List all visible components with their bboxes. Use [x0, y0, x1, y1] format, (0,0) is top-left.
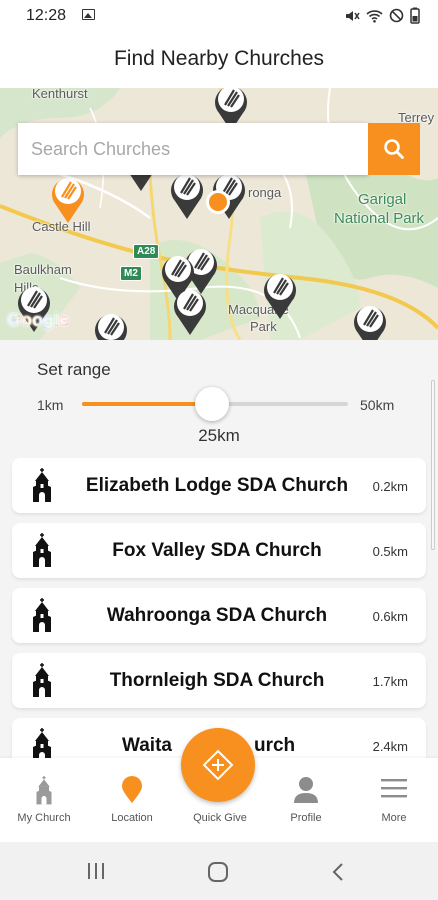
search-button[interactable]	[368, 123, 420, 175]
church-map-pin-icon[interactable]	[351, 300, 389, 340]
church-distance: 0.2km	[372, 479, 408, 494]
system-navigation-bar	[0, 842, 438, 900]
nav-my-church[interactable]: My Church	[0, 758, 88, 842]
church-name-tail: urch	[253, 735, 296, 756]
church-building-icon	[33, 598, 51, 632]
church-distance: 0.6km	[372, 609, 408, 624]
map-label-ronga: ronga	[248, 185, 282, 200]
image-notification-icon	[82, 9, 95, 20]
location-pin-icon	[122, 776, 142, 803]
nav-profile[interactable]: Profile	[262, 758, 350, 842]
church-name: Wahroonga SDA Church	[106, 605, 328, 626]
church-distance: 2.4km	[372, 739, 408, 754]
wifi-icon	[366, 9, 383, 23]
church-name-head: Waita	[122, 735, 172, 756]
road-badge-m2: M2	[120, 266, 142, 281]
profile-person-icon	[294, 777, 318, 803]
road-badge-a28: A28	[133, 244, 160, 259]
nav-label: Location	[111, 812, 153, 824]
map-label-national-park: National Park	[334, 210, 425, 227]
range-slider[interactable]	[82, 387, 348, 421]
church-map-pin-icon[interactable]	[168, 168, 206, 220]
status-bar: 12:28	[0, 0, 438, 34]
church-list-item[interactable]: Wahroonga SDA Church 0.6km	[12, 588, 426, 643]
church-building-icon	[33, 533, 51, 567]
range-slider-fill	[82, 402, 213, 406]
search-box	[18, 123, 368, 175]
status-icons	[344, 7, 420, 24]
map-label-baulkham: Baulkham	[14, 262, 72, 277]
church-distance: 0.5km	[372, 544, 408, 559]
church-list-item[interactable]: Thornleigh SDA Church 1.7km	[12, 653, 426, 708]
quick-give-diamond-icon	[202, 749, 234, 781]
church-map-pin-icon[interactable]	[171, 284, 209, 336]
hamburger-menu-icon	[381, 779, 407, 798]
range-value: 25km	[198, 426, 240, 445]
google-attribution-logo: Google	[7, 310, 69, 331]
church-list-item[interactable]: Fox Valley SDA Church 0.5km	[12, 523, 426, 578]
range-panel: Set range 1km 50km 25km	[0, 340, 438, 452]
map-view[interactable]: Kenthurst Terrey Castle Hill Baulkham Hi…	[0, 88, 438, 340]
nav-location[interactable]: Location	[88, 758, 176, 842]
church-map-pin-icon[interactable]	[261, 268, 299, 320]
search-icon	[384, 139, 404, 159]
church-name: Thornleigh SDA Church	[109, 670, 325, 691]
church-name-partial: Waita urch	[122, 735, 412, 757]
church-building-icon	[33, 663, 51, 697]
church-name: Fox Valley SDA Church	[112, 540, 322, 561]
mute-icon	[346, 10, 360, 21]
current-location-dot-icon	[206, 190, 230, 214]
selected-church-map-pin-icon[interactable]	[49, 172, 87, 224]
nav-label: Profile	[290, 812, 322, 824]
range-max-label: 50km	[360, 397, 395, 413]
home-icon[interactable]	[207, 862, 229, 882]
battery-icon	[410, 7, 420, 24]
do-not-disturb-icon	[389, 8, 404, 23]
scroll-indicator[interactable]	[431, 380, 435, 550]
church-list-item[interactable]: Elizabeth Lodge SDA Church 0.2km	[12, 458, 426, 513]
church-distance: 1.7km	[372, 674, 408, 689]
map-label-kenthurst: Kenthurst	[32, 88, 88, 101]
quick-give-label: Quick Give	[193, 812, 247, 824]
page-title: Find Nearby Churches	[113, 47, 325, 70]
status-time: 12:28	[26, 7, 67, 24]
church-map-pin-icon[interactable]	[92, 308, 130, 340]
map-label-park: Park	[250, 319, 277, 334]
church-building-icon	[33, 468, 51, 502]
nav-label: More	[381, 812, 407, 824]
nav-label: My Church	[17, 812, 71, 824]
range-slider-thumb[interactable]	[195, 387, 230, 421]
search-input[interactable]	[18, 123, 368, 175]
range-label: Set range	[37, 360, 111, 379]
recent-apps-icon[interactable]	[86, 862, 106, 880]
church-name: Elizabeth Lodge SDA Church	[85, 475, 349, 496]
app-header: Find Nearby Churches	[0, 34, 438, 88]
screen: 12:28 Find Nearby Churches Kenthurst Ter…	[0, 0, 438, 900]
range-min-label: 1km	[37, 397, 64, 413]
church-building-icon	[36, 776, 52, 805]
nav-more[interactable]: More	[350, 758, 438, 842]
map-label-garigal: Garigal	[358, 191, 407, 208]
back-icon[interactable]	[331, 862, 345, 882]
google-attribution-text: Google	[7, 310, 69, 330]
quick-give-button[interactable]	[181, 728, 255, 802]
